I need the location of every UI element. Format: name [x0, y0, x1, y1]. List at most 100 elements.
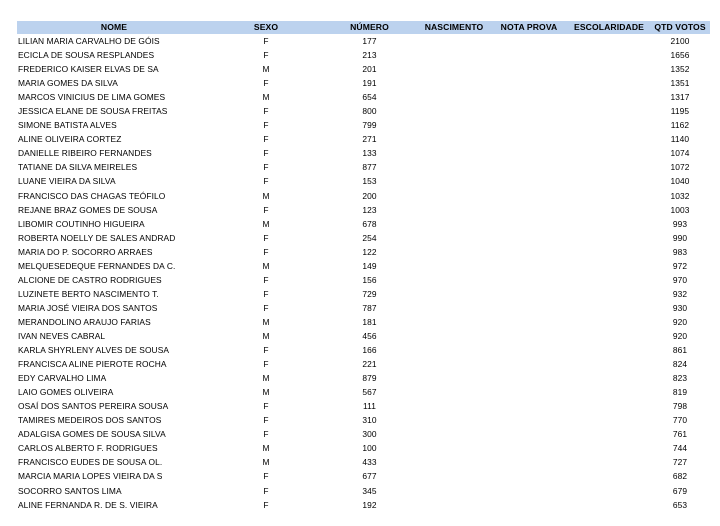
cell-qtd-votos[interactable]: 983	[650, 245, 710, 259]
cell-nascimento[interactable]	[418, 343, 490, 357]
cell-nascimento[interactable]	[418, 385, 490, 399]
cell-nota-prova[interactable]	[490, 118, 568, 132]
table-row[interactable]: FREDERICO KAISER ELVAS DE SA M 201 1352	[17, 62, 710, 76]
cell-numero[interactable]: 310	[321, 413, 418, 427]
cell-sexo[interactable]: F	[211, 203, 321, 217]
cell-qtd-votos[interactable]: 1072	[650, 160, 710, 174]
cell-nota-prova[interactable]	[490, 259, 568, 273]
cell-nota-prova[interactable]	[490, 132, 568, 146]
cell-nascimento[interactable]	[418, 48, 490, 62]
cell-nota-prova[interactable]	[490, 104, 568, 118]
table-row[interactable]: DANIELLE RIBEIRO FERNANDES F 133 1074	[17, 146, 710, 160]
cell-numero[interactable]: 166	[321, 343, 418, 357]
cell-escolaridade[interactable]	[568, 357, 650, 371]
cell-nome[interactable]: MERANDOLINO ARAUJO FARIAS	[17, 315, 211, 329]
cell-numero[interactable]: 654	[321, 90, 418, 104]
cell-nascimento[interactable]	[418, 315, 490, 329]
cell-qtd-votos[interactable]: 819	[650, 385, 710, 399]
cell-nome[interactable]: MARCOS VINICIUS DE LIMA GOMES	[17, 90, 211, 104]
cell-sexo[interactable]: M	[211, 315, 321, 329]
cell-sexo[interactable]: F	[211, 104, 321, 118]
cell-nota-prova[interactable]	[490, 76, 568, 90]
cell-nascimento[interactable]	[418, 62, 490, 76]
cell-sexo[interactable]: M	[211, 90, 321, 104]
table-row[interactable]: MELQUESEDEQUE FERNANDES DA C. M 149 972	[17, 259, 710, 273]
table-row[interactable]: FRANCISCA ALINE PIEROTE ROCHA F 221 824	[17, 357, 710, 371]
cell-escolaridade[interactable]	[568, 62, 650, 76]
cell-escolaridade[interactable]	[568, 132, 650, 146]
column-header-escolaridade[interactable]: ESCOLARIDADE	[568, 21, 650, 34]
cell-numero[interactable]: 200	[321, 189, 418, 203]
cell-escolaridade[interactable]	[568, 160, 650, 174]
column-header-nota-prova[interactable]: NOTA PROVA	[490, 21, 568, 34]
table-row[interactable]: ADALGISA GOMES DE SOUSA SILVA F 300 761	[17, 427, 710, 441]
cell-nome[interactable]: KARLA SHYRLENY ALVES DE SOUSA	[17, 343, 211, 357]
cell-qtd-votos[interactable]: 1162	[650, 118, 710, 132]
cell-numero[interactable]: 677	[321, 469, 418, 483]
cell-numero[interactable]: 100	[321, 441, 418, 455]
cell-nome[interactable]: LAIO GOMES OLIVEIRA	[17, 385, 211, 399]
table-row[interactable]: LIBOMIR COUTINHO HIGUEIRA M 678 993	[17, 217, 710, 231]
table-row[interactable]: IVAN NEVES CABRAL M 456 920	[17, 329, 710, 343]
cell-sexo[interactable]: F	[211, 34, 321, 48]
cell-numero[interactable]: 567	[321, 385, 418, 399]
table-row[interactable]: MARIA JOSÉ VIEIRA DOS SANTOS F 787 930	[17, 301, 710, 315]
cell-qtd-votos[interactable]: 920	[650, 315, 710, 329]
cell-numero[interactable]: 181	[321, 315, 418, 329]
cell-escolaridade[interactable]	[568, 104, 650, 118]
table-row[interactable]: REJANE BRAZ GOMES DE SOUSA F 123 1003	[17, 203, 710, 217]
cell-escolaridade[interactable]	[568, 48, 650, 62]
cell-qtd-votos[interactable]: 972	[650, 259, 710, 273]
cell-nascimento[interactable]	[418, 413, 490, 427]
cell-nota-prova[interactable]	[490, 329, 568, 343]
cell-nome[interactable]: ALCIONE DE CASTRO RODRIGUES	[17, 273, 211, 287]
cell-escolaridade[interactable]	[568, 427, 650, 441]
cell-numero[interactable]: 877	[321, 160, 418, 174]
cell-qtd-votos[interactable]: 727	[650, 455, 710, 469]
cell-numero[interactable]: 122	[321, 245, 418, 259]
cell-escolaridade[interactable]	[568, 413, 650, 427]
cell-sexo[interactable]: F	[211, 174, 321, 188]
cell-qtd-votos[interactable]: 930	[650, 301, 710, 315]
cell-nota-prova[interactable]	[490, 217, 568, 231]
cell-sexo[interactable]: M	[211, 371, 321, 385]
cell-sexo[interactable]: M	[211, 385, 321, 399]
cell-nascimento[interactable]	[418, 203, 490, 217]
cell-nota-prova[interactable]	[490, 245, 568, 259]
cell-nascimento[interactable]	[418, 329, 490, 343]
cell-nascimento[interactable]	[418, 189, 490, 203]
cell-nascimento[interactable]	[418, 498, 490, 512]
cell-qtd-votos[interactable]: 1656	[650, 48, 710, 62]
cell-nome[interactable]: IVAN NEVES CABRAL	[17, 329, 211, 343]
cell-nota-prova[interactable]	[490, 498, 568, 512]
cell-numero[interactable]: 254	[321, 231, 418, 245]
table-row[interactable]: LILIAN MARIA CARVALHO DE GÓIS F 177 2100	[17, 34, 710, 48]
cell-escolaridade[interactable]	[568, 273, 650, 287]
cell-escolaridade[interactable]	[568, 469, 650, 483]
table-row[interactable]: TAMIRES MEDEIROS DOS SANTOS F 310 770	[17, 413, 710, 427]
cell-sexo[interactable]: M	[211, 189, 321, 203]
cell-nascimento[interactable]	[418, 441, 490, 455]
cell-nome[interactable]: FRANCISCA ALINE PIEROTE ROCHA	[17, 357, 211, 371]
cell-nascimento[interactable]	[418, 259, 490, 273]
cell-nascimento[interactable]	[418, 469, 490, 483]
table-row[interactable]: ECICLA DE SOUSA RESPLANDES F 213 1656	[17, 48, 710, 62]
cell-nota-prova[interactable]	[490, 484, 568, 498]
cell-qtd-votos[interactable]: 993	[650, 217, 710, 231]
cell-nascimento[interactable]	[418, 427, 490, 441]
cell-nome[interactable]: ECICLA DE SOUSA RESPLANDES	[17, 48, 211, 62]
cell-escolaridade[interactable]	[568, 371, 650, 385]
cell-escolaridade[interactable]	[568, 34, 650, 48]
cell-numero[interactable]: 787	[321, 301, 418, 315]
cell-nota-prova[interactable]	[490, 189, 568, 203]
table-row[interactable]: JESSICA ELANE DE SOUSA FREITAS F 800 1195	[17, 104, 710, 118]
table-row[interactable]: FRANCISCO DAS CHAGAS TEÓFILO M 200 1032	[17, 189, 710, 203]
cell-nascimento[interactable]	[418, 217, 490, 231]
cell-nota-prova[interactable]	[490, 62, 568, 76]
cell-qtd-votos[interactable]: 1351	[650, 76, 710, 90]
cell-nome[interactable]: MARIA GOMES DA SILVA	[17, 76, 211, 90]
cell-nascimento[interactable]	[418, 455, 490, 469]
cell-nome[interactable]: EDY CARVALHO LIMA	[17, 371, 211, 385]
cell-numero[interactable]: 192	[321, 498, 418, 512]
cell-escolaridade[interactable]	[568, 217, 650, 231]
